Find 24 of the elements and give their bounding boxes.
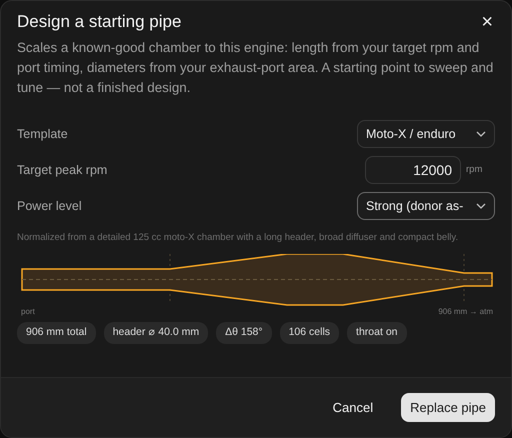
port-label: port xyxy=(21,306,35,318)
stat-chip: Δθ 158° xyxy=(216,322,272,344)
field-label: Power level xyxy=(17,198,82,216)
chevron-down-icon xyxy=(476,131,486,138)
dropdown[interactable]: Strong (donor as- xyxy=(357,192,495,220)
dropdown[interactable]: Moto-X / enduro xyxy=(357,120,495,148)
close-button[interactable]: × xyxy=(479,12,495,32)
stat-chip: 906 mm total xyxy=(17,322,96,344)
dropdown-value: Strong (donor as- xyxy=(366,198,464,216)
length-label: 906 mm → atm xyxy=(438,306,493,318)
stat-chip: 106 cells xyxy=(280,322,340,344)
dialog-title: Design a starting pipe xyxy=(17,12,182,32)
description-text: Scales a known-good chamber to this engine: length from your target rpm and port timing, diameters from your exhaust-port area. A starting point to sweep and tune — not a finished design. xyxy=(17,39,494,98)
stat-chip: throat on xyxy=(347,322,406,344)
number-field[interactable]: 12000 xyxy=(365,156,461,184)
stat-chip: header ⌀ 40.0 mm xyxy=(104,322,208,344)
unit-label: rpm xyxy=(465,163,484,178)
field-label: Target peak rpm xyxy=(17,162,108,180)
replace-button[interactable]: Replace pipe xyxy=(401,392,495,422)
chevron-down-icon xyxy=(476,203,486,210)
field-label: Template xyxy=(17,126,68,144)
template-note: Normalized from a detailed 125 cc moto-X chamber with a long header, broad diffuser and compact belly. xyxy=(17,232,460,244)
cancel-button[interactable]: Cancel xyxy=(320,392,386,422)
dropdown-value: Moto-X / enduro xyxy=(366,126,456,144)
